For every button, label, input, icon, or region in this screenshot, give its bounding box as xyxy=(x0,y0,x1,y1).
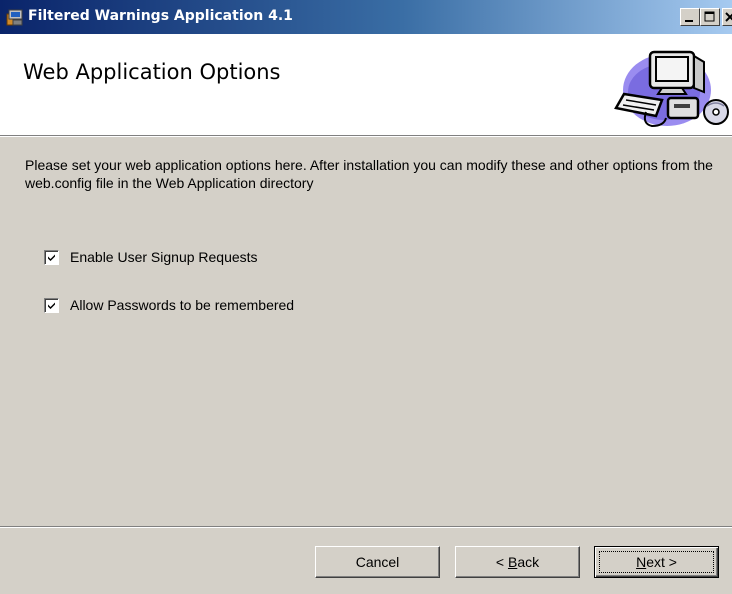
minimize-icon xyxy=(685,20,693,22)
cancel-button[interactable]: Cancel xyxy=(315,546,440,578)
next-button[interactable]: Next > xyxy=(594,546,719,578)
close-icon xyxy=(725,12,732,22)
page-title: Web Application Options xyxy=(23,60,281,84)
remember-passwords-label: Allow Passwords to be remembered xyxy=(70,297,295,313)
header-divider xyxy=(0,135,732,137)
installer-icon xyxy=(6,8,24,26)
footer-divider xyxy=(0,526,732,528)
back-button[interactable]: < Back xyxy=(455,546,580,578)
back-button-prefix: < xyxy=(495,554,508,570)
remember-passwords-checkbox[interactable] xyxy=(44,297,59,313)
title-bar[interactable]: Filtered Warnings Application 4.1 xyxy=(0,0,732,34)
checkmark-icon xyxy=(48,254,55,261)
window-title: Filtered Warnings Application 4.1 xyxy=(28,8,293,24)
installer-window: Filtered Warnings Application 4.1 Web Ap… xyxy=(0,0,732,594)
instructions-text: Please set your web application options … xyxy=(25,157,713,191)
back-button-rest: ack xyxy=(517,554,540,570)
enable-signup-checkbox[interactable] xyxy=(44,249,59,265)
remember-passwords-option[interactable]: Allow Passwords to be remembered xyxy=(44,296,294,314)
checkmark-icon xyxy=(48,302,55,309)
maximize-icon xyxy=(704,11,715,22)
enable-signup-label: Enable User Signup Requests xyxy=(70,249,258,265)
maximize-button[interactable] xyxy=(700,8,720,26)
close-button[interactable] xyxy=(722,8,732,26)
back-button-accelerator: B xyxy=(507,554,518,570)
enable-signup-option[interactable]: Enable User Signup Requests xyxy=(44,248,258,266)
focus-ring xyxy=(599,551,714,573)
header-banner: Web Application Options xyxy=(0,34,732,135)
computer-icon xyxy=(612,42,732,132)
minimize-button[interactable] xyxy=(680,8,700,26)
